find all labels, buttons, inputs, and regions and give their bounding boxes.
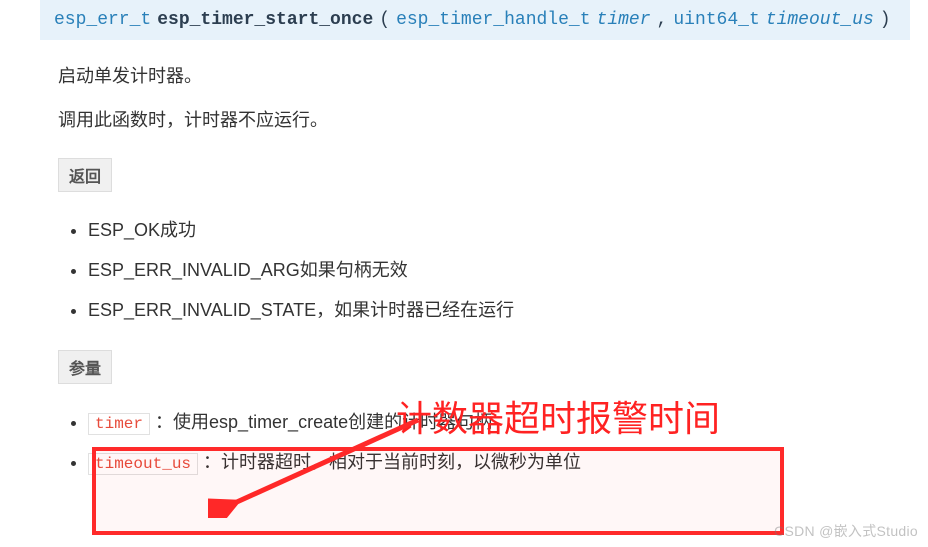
param-desc-0: ：使用esp_timer_create创建的计时器句柄 [155,412,492,432]
sig-close-paren: ) [880,10,891,30]
returns-list: ESP_OK成功 ESP_ERR_INVALID_ARG如果句柄无效 ESP_E… [88,216,908,322]
sig-param-type-1: uint64_t [673,10,759,30]
param-name-0: timer [88,413,150,435]
function-signature: esp_err_t esp_timer_start_once ( esp_tim… [40,0,910,40]
documentation-body: 启动单发计时器。 调用此函数时，计时器不应运行。 返回 ESP_OK成功 ESP… [0,40,928,504]
params-label: 参量 [58,350,112,384]
returns-label: 返回 [58,158,112,192]
sig-open-paren: ( [379,10,390,30]
watermark-text: CSDN @嵌入式Studio [774,521,918,541]
param-name-1: timeout_us [88,453,198,475]
sig-param-name-1: timeout_us [766,10,874,30]
sig-function-name: esp_timer_start_once [157,10,373,30]
param-item: timeout_us ：计时器超时，相对于当前时刻，以微秒为单位 [88,448,908,474]
return-item: ESP_ERR_INVALID_ARG如果句柄无效 [88,256,908,282]
sig-param-type-0: esp_timer_handle_t [396,10,590,30]
return-item: ESP_OK成功 [88,216,908,242]
return-item: ESP_ERR_INVALID_STATE，如果计时器已经在运行 [88,296,908,322]
desc-line-1: 启动单发计时器。 [58,62,908,88]
sig-sep-0: , [657,10,668,30]
sig-param-name-0: timer [597,10,651,30]
param-item: timer ：使用esp_timer_create创建的计时器句柄 [88,408,908,434]
params-list: timer ：使用esp_timer_create创建的计时器句柄 timeou… [88,408,908,474]
param-desc-1: ：计时器超时，相对于当前时刻，以微秒为单位 [203,452,581,472]
desc-line-2: 调用此函数时，计时器不应运行。 [58,106,908,132]
sig-return-type: esp_err_t [54,10,151,30]
